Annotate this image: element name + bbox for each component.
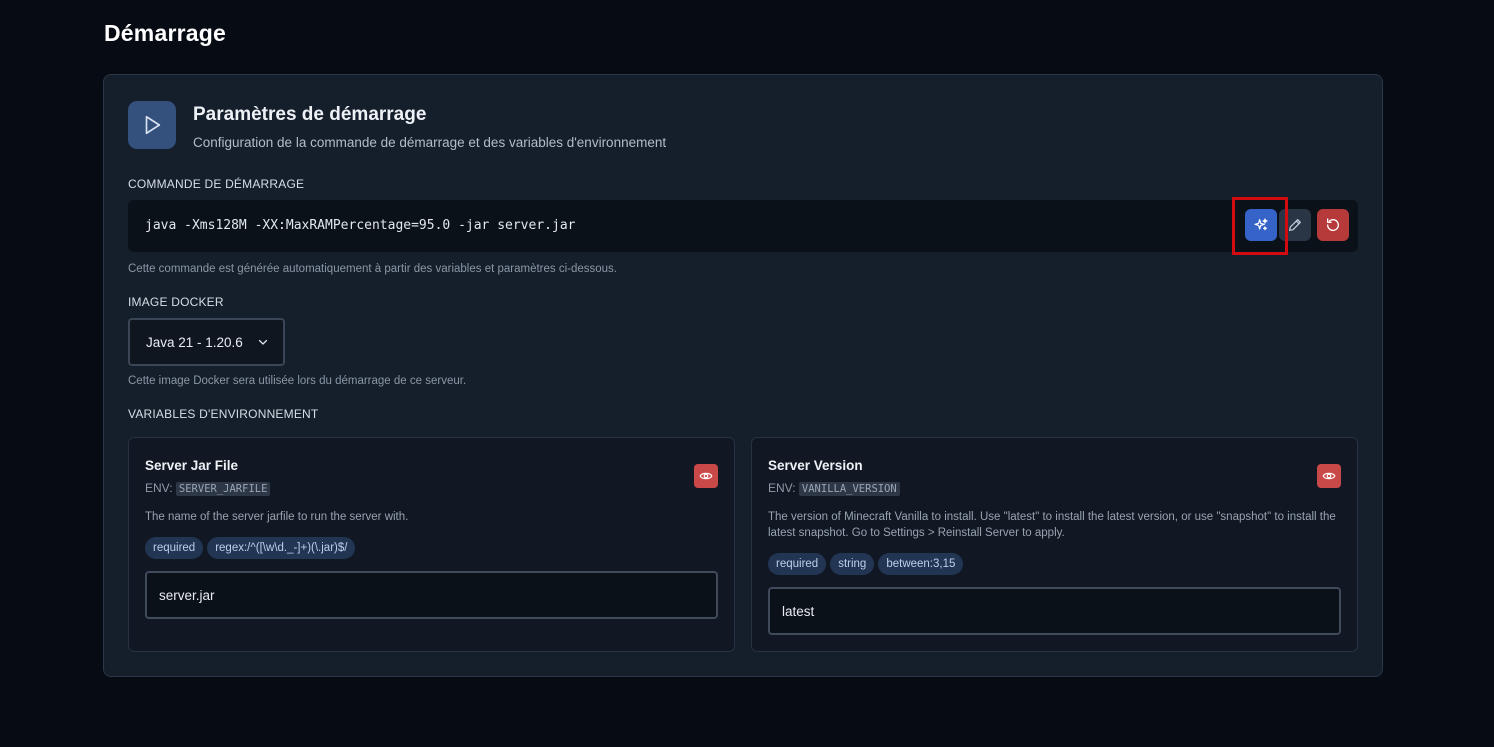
play-icon (128, 101, 176, 149)
env-prefix: ENV: (145, 481, 173, 495)
startup-command-text: java -Xms128M -XX:MaxRAMPercentage=95.0 … (145, 218, 576, 233)
variable-rules: required string between:3,15 (768, 553, 964, 575)
visibility-toggle-button[interactable] (1317, 464, 1341, 488)
reset-command-button[interactable] (1317, 209, 1349, 241)
rule-tag: required (145, 537, 204, 559)
docker-help-text: Cette image Docker sera utilisée lors du… (128, 375, 467, 387)
variable-description: The version of Minecraft Vanilla to inst… (768, 511, 1336, 539)
eye-icon (699, 472, 713, 480)
edit-command-button[interactable] (1279, 209, 1311, 241)
ai-generate-button[interactable] (1245, 209, 1277, 241)
startup-command-box: java -Xms128M -XX:MaxRAMPercentage=95.0 … (128, 197, 1358, 255)
variable-description: The name of the server jarfile to run th… (145, 511, 409, 523)
page-title: Démarrage (104, 20, 226, 46)
variable-name: Server Jar File (145, 458, 239, 473)
visibility-toggle-button[interactable] (694, 464, 718, 488)
variable-rules: required regex:/^([\w\d._-]+)(\.jar)$/ (145, 537, 356, 559)
panel-title: Paramètres de démarrage (193, 104, 427, 125)
eye-icon (1322, 472, 1336, 480)
command-label: COMMANDE DE DÉMARRAGE (128, 177, 305, 191)
rule-tag: string (830, 553, 875, 575)
server-jar-file-input[interactable] (145, 571, 718, 619)
env-key: SERVER_JARFILE (175, 482, 271, 496)
env-vars-label: VARIABLES D'ENVIRONNEMENT (128, 407, 319, 421)
startup-panel: Paramètres de démarrage Configuration de… (103, 74, 1383, 677)
command-help-text: Cette commande est générée automatiqueme… (128, 263, 618, 275)
panel-subtitle: Configuration de la commande de démarrag… (193, 135, 667, 150)
rotate-ccw-icon (1326, 218, 1339, 231)
docker-image-select[interactable]: Java 21 - 1.20.6 (128, 318, 285, 366)
docker-image-label: IMAGE DOCKER (128, 295, 224, 309)
variable-env: ENV: VANILLA_VERSION (768, 481, 900, 496)
pencil-icon (1289, 219, 1301, 231)
variable-name: Server Version (768, 458, 863, 473)
env-key: VANILLA_VERSION (798, 482, 900, 496)
variable-env: ENV: SERVER_JARFILE (145, 481, 271, 496)
env-variable-card: Server Version ENV: VANILLA_VERSION The … (751, 437, 1358, 652)
env-prefix: ENV: (768, 481, 796, 495)
sparkles-icon (1254, 218, 1268, 231)
chevron-down-icon (258, 339, 268, 345)
docker-image-selected: Java 21 - 1.20.6 (146, 334, 243, 350)
env-variable-card: Server Jar File ENV: SERVER_JARFILE The … (128, 437, 735, 652)
rule-tag: between:3,15 (878, 553, 964, 575)
server-version-input[interactable] (768, 587, 1341, 635)
rule-tag: regex:/^([\w\d._-]+)(\.jar)$/ (207, 537, 356, 559)
rule-tag: required (768, 553, 827, 575)
